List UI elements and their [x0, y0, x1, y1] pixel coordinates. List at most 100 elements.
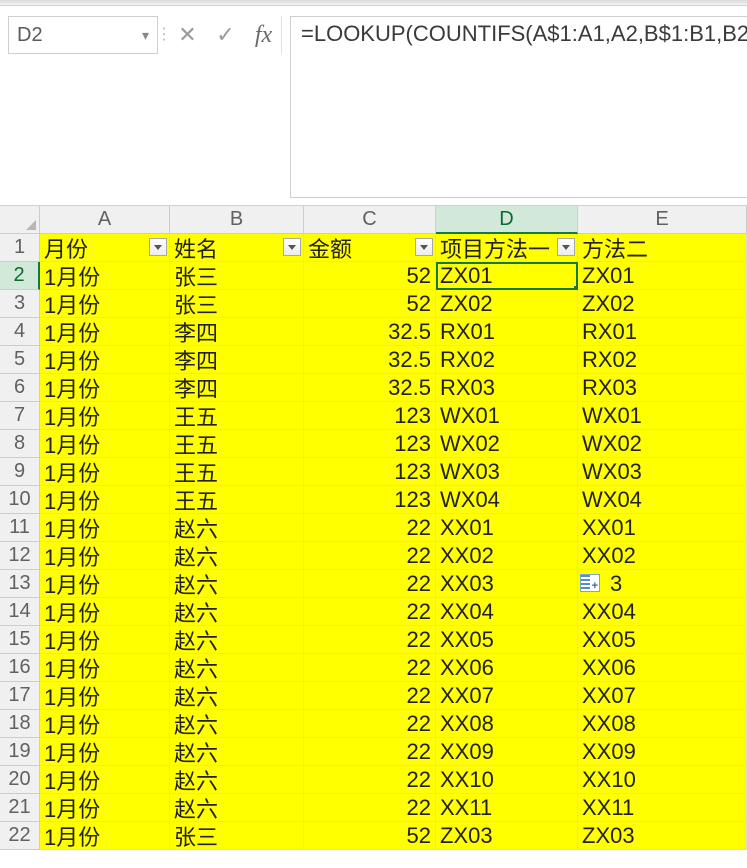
- row-header-22[interactable]: 22: [0, 822, 40, 850]
- cell-A15[interactable]: 1月份: [40, 626, 170, 654]
- cell-E10[interactable]: WX04: [578, 486, 747, 514]
- cell-B12[interactable]: 赵六: [170, 542, 304, 570]
- col-header-D[interactable]: D: [436, 206, 578, 234]
- cell-D17[interactable]: XX07: [436, 682, 578, 710]
- filter-button-A[interactable]: [149, 238, 167, 256]
- cell-E14[interactable]: XX04: [578, 598, 747, 626]
- cell-E20[interactable]: XX10: [578, 766, 747, 794]
- cell-A3[interactable]: 1月份: [40, 290, 170, 318]
- cell-B14[interactable]: 赵六: [170, 598, 304, 626]
- cell-D14[interactable]: XX04: [436, 598, 578, 626]
- cell-A12[interactable]: 1月份: [40, 542, 170, 570]
- col-header-B[interactable]: B: [170, 206, 304, 234]
- cell-C2[interactable]: 52: [304, 262, 436, 290]
- row-header-4[interactable]: 4: [0, 318, 40, 346]
- row-header-15[interactable]: 15: [0, 626, 40, 654]
- cell-E15[interactable]: XX05: [578, 626, 747, 654]
- row-header-14[interactable]: 14: [0, 598, 40, 626]
- cell-E6[interactable]: RX03: [578, 374, 747, 402]
- cell-B3[interactable]: 张三: [170, 290, 304, 318]
- cell-B4[interactable]: 李四: [170, 318, 304, 346]
- cell-A19[interactable]: 1月份: [40, 738, 170, 766]
- cell-C4[interactable]: 32.5: [304, 318, 436, 346]
- cell-A11[interactable]: 1月份: [40, 514, 170, 542]
- accept-formula-button[interactable]: ✓: [208, 16, 244, 54]
- cell-C3[interactable]: 52: [304, 290, 436, 318]
- cell-E2[interactable]: ZX01: [578, 262, 747, 290]
- cell-C17[interactable]: 22: [304, 682, 436, 710]
- cell-B11[interactable]: 赵六: [170, 514, 304, 542]
- header-cell-E[interactable]: 方法二: [578, 234, 747, 262]
- cell-C19[interactable]: 22: [304, 738, 436, 766]
- cell-A21[interactable]: 1月份: [40, 794, 170, 822]
- select-all-corner[interactable]: [0, 206, 40, 234]
- cell-A4[interactable]: 1月份: [40, 318, 170, 346]
- cell-D15[interactable]: XX05: [436, 626, 578, 654]
- cell-E5[interactable]: RX02: [578, 346, 747, 374]
- cell-B10[interactable]: 王五: [170, 486, 304, 514]
- cell-E4[interactable]: RX01: [578, 318, 747, 346]
- cell-B15[interactable]: 赵六: [170, 626, 304, 654]
- cell-A17[interactable]: 1月份: [40, 682, 170, 710]
- cell-B7[interactable]: 王五: [170, 402, 304, 430]
- cell-C15[interactable]: 22: [304, 626, 436, 654]
- paste-options-icon[interactable]: [580, 574, 600, 592]
- cell-C9[interactable]: 123: [304, 458, 436, 486]
- cell-C7[interactable]: 123: [304, 402, 436, 430]
- cell-A2[interactable]: 1月份: [40, 262, 170, 290]
- cell-B17[interactable]: 赵六: [170, 682, 304, 710]
- row-header-10[interactable]: 10: [0, 486, 40, 514]
- cell-D6[interactable]: RX03: [436, 374, 578, 402]
- cell-C6[interactable]: 32.5: [304, 374, 436, 402]
- row-header-3[interactable]: 3: [0, 290, 40, 318]
- insert-function-button[interactable]: fx: [246, 16, 282, 54]
- cell-B8[interactable]: 王五: [170, 430, 304, 458]
- spreadsheet-grid[interactable]: ABCDE 1月份姓名金额项目方法一方法二21月份张三52ZX01ZX0131月…: [0, 206, 747, 850]
- cell-B21[interactable]: 赵六: [170, 794, 304, 822]
- cell-B20[interactable]: 赵六: [170, 766, 304, 794]
- row-header-16[interactable]: 16: [0, 654, 40, 682]
- cell-B6[interactable]: 李四: [170, 374, 304, 402]
- col-header-E[interactable]: E: [578, 206, 747, 234]
- filter-button-B[interactable]: [283, 238, 301, 256]
- cell-A10[interactable]: 1月份: [40, 486, 170, 514]
- cell-A13[interactable]: 1月份: [40, 570, 170, 598]
- header-cell-C[interactable]: 金额: [304, 234, 436, 262]
- cell-B16[interactable]: 赵六: [170, 654, 304, 682]
- header-cell-B[interactable]: 姓名: [170, 234, 304, 262]
- cell-D3[interactable]: ZX02: [436, 290, 578, 318]
- cell-D16[interactable]: XX06: [436, 654, 578, 682]
- cell-D8[interactable]: WX02: [436, 430, 578, 458]
- cell-E16[interactable]: XX06: [578, 654, 747, 682]
- cell-E12[interactable]: XX02: [578, 542, 747, 570]
- row-header-5[interactable]: 5: [0, 346, 40, 374]
- row-header-2[interactable]: 2: [0, 262, 40, 290]
- cell-A18[interactable]: 1月份: [40, 710, 170, 738]
- cell-B19[interactable]: 赵六: [170, 738, 304, 766]
- cell-B2[interactable]: 张三: [170, 262, 304, 290]
- cancel-formula-button[interactable]: ✕: [170, 16, 206, 54]
- cell-D2[interactable]: ZX01: [436, 262, 578, 290]
- cell-C18[interactable]: 22: [304, 710, 436, 738]
- cell-A14[interactable]: 1月份: [40, 598, 170, 626]
- cell-C22[interactable]: 52: [304, 822, 436, 850]
- row-header-19[interactable]: 19: [0, 738, 40, 766]
- row-header-8[interactable]: 8: [0, 430, 40, 458]
- col-header-C[interactable]: C: [304, 206, 436, 234]
- cell-A6[interactable]: 1月份: [40, 374, 170, 402]
- cell-E21[interactable]: XX11: [578, 794, 747, 822]
- cell-B18[interactable]: 赵六: [170, 710, 304, 738]
- cell-A5[interactable]: 1月份: [40, 346, 170, 374]
- cell-C13[interactable]: 22: [304, 570, 436, 598]
- cell-E11[interactable]: XX01: [578, 514, 747, 542]
- cell-C14[interactable]: 22: [304, 598, 436, 626]
- cell-A22[interactable]: 1月份: [40, 822, 170, 850]
- cell-D22[interactable]: ZX03: [436, 822, 578, 850]
- cell-E19[interactable]: XX09: [578, 738, 747, 766]
- cell-D5[interactable]: RX02: [436, 346, 578, 374]
- cell-A8[interactable]: 1月份: [40, 430, 170, 458]
- name-box[interactable]: D2 ▾: [8, 16, 158, 54]
- cell-C10[interactable]: 123: [304, 486, 436, 514]
- cell-D20[interactable]: XX10: [436, 766, 578, 794]
- cell-A9[interactable]: 1月份: [40, 458, 170, 486]
